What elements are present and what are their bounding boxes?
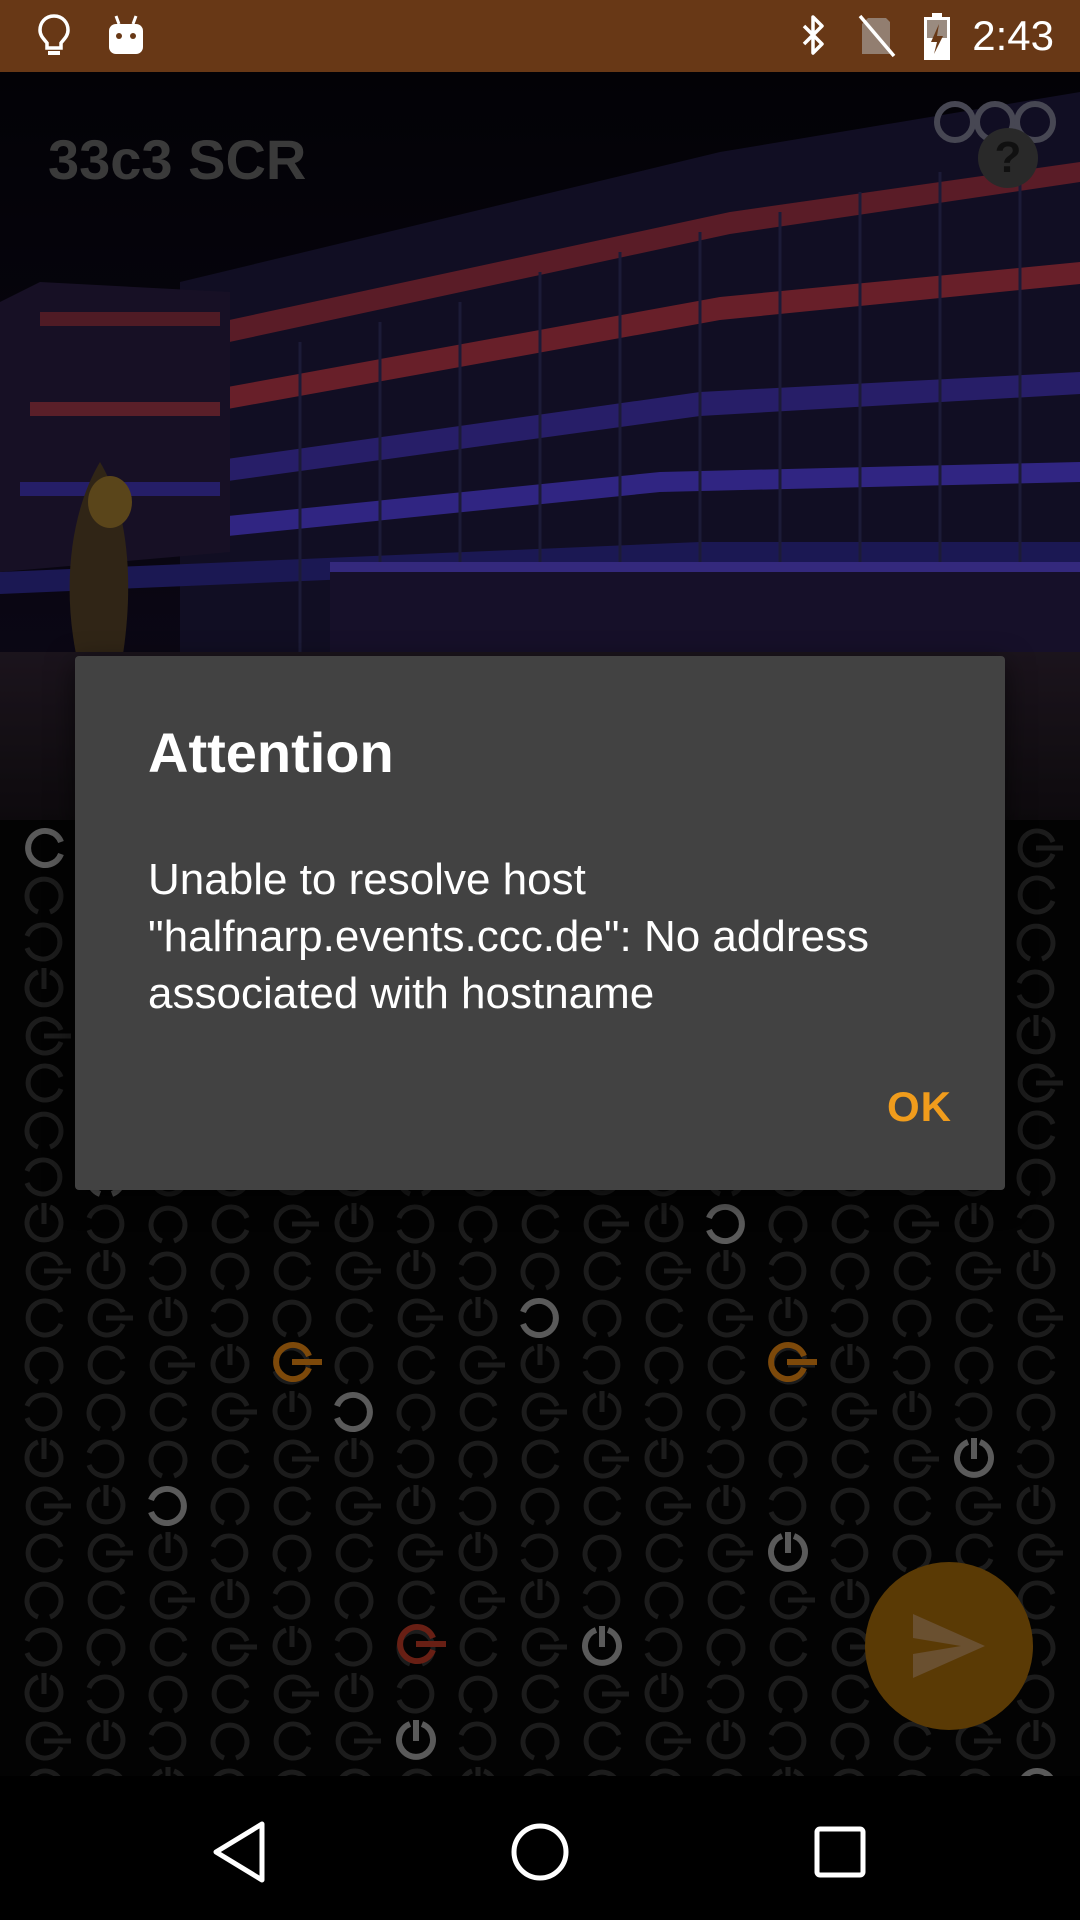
recents-icon[interactable] [800,1812,880,1892]
status-time: 2:43 [972,12,1054,59]
battery-charging-icon [922,12,952,67]
android-icon [106,12,146,65]
back-icon[interactable] [200,1812,280,1892]
dialog-message: Unable to resolve host "halfnarp.events.… [148,855,869,1018]
lightbulb-icon [36,12,72,65]
dialog-title: Attention [148,721,394,784]
navigation-bar [0,1776,1080,1920]
send-button[interactable] [865,1562,1033,1730]
send-icon [913,1614,985,1678]
home-icon[interactable] [500,1812,580,1892]
status-bar: 2:43 [0,0,1080,72]
screen: 2:43 33c3 SCR ? Attention Unable to reso… [0,0,1080,1920]
bluetooth-icon [796,12,832,65]
alert-dialog: Attention Unable to resolve host "halfna… [75,656,1005,1190]
no-sim-icon [856,12,896,65]
ok-button[interactable]: OK [877,1074,962,1140]
